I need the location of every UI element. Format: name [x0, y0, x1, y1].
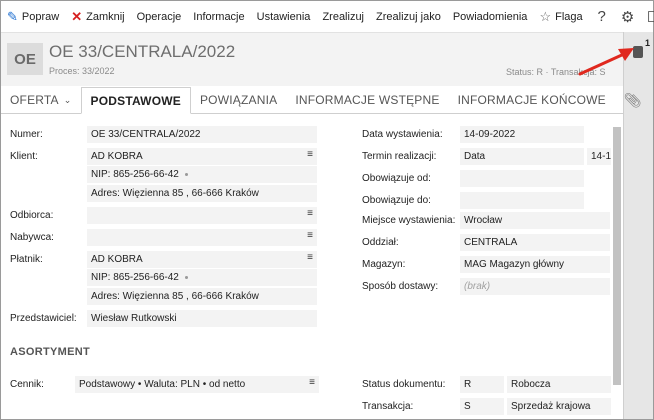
status-code-field[interactable]: R: [460, 376, 504, 393]
obowiazuje-od-label: Obowiązuje od:: [362, 173, 431, 184]
numer-field[interactable]: OE 33/CENTRALA/2022: [87, 126, 317, 143]
document-type-badge: OE: [7, 43, 43, 75]
termin-realizacji-label: Termin realizacji:: [362, 151, 437, 162]
cennik-label: Cennik:: [10, 379, 44, 390]
close-x-icon: ✕: [71, 9, 83, 24]
magazyn-field[interactable]: MAG Magazyn główny: [460, 256, 610, 273]
status-dokumentu-label: Status dokumentu:: [362, 379, 446, 390]
settings-gear-icon[interactable]: ⚙: [615, 1, 641, 32]
zrealizuj-button[interactable]: Zrealizuj: [316, 1, 370, 32]
platnik-field[interactable]: AD KOBRA ≡: [87, 251, 317, 268]
obowiazuje-od-field[interactable]: [460, 170, 584, 187]
zrealizuj-jako-button[interactable]: Zrealizuj jako: [370, 1, 447, 32]
status-name-field[interactable]: Robocza: [507, 376, 611, 393]
tab-oferta[interactable]: OFERTA ⌄: [1, 87, 81, 113]
transakcja-code-field[interactable]: S: [460, 398, 504, 415]
scrollbar[interactable]: [613, 127, 621, 385]
tab-attachments[interactable]: 📎︎: [615, 87, 651, 113]
tab-informacje-koncowe[interactable]: INFORMACJE KOŃCOWE: [449, 87, 615, 113]
zamknij-button[interactable]: ✕ Zamknij: [65, 1, 130, 32]
miejsce-wystawienia-label: Miejsce wystawienia:: [362, 215, 456, 226]
przedstawiciel-field[interactable]: Wiesław Rutkowski: [87, 310, 317, 327]
dot-icon: [184, 173, 188, 176]
process-number: Proces: 33/2022: [49, 66, 115, 76]
obowiazuje-do-label: Obowiązuje do:: [362, 195, 431, 206]
platnik-adres-field: Adres: Więzienna 85 , 66-666 Kraków: [87, 288, 317, 305]
miejsce-wystawienia-field[interactable]: Wrocław: [460, 212, 610, 229]
form-content: Numer: OE 33/CENTRALA/2022 Klient: AD KO…: [1, 115, 623, 419]
powiadomienia-button[interactable]: Powiadomienia: [447, 1, 534, 32]
platnik-nip-field: NIP: 865-256-66-42: [87, 269, 317, 286]
sposob-dostawy-label: Sposób dostawy:: [362, 281, 439, 292]
sposob-dostawy-field[interactable]: (brak): [460, 278, 610, 295]
flaga-button[interactable]: ☆ Flaga: [533, 1, 588, 32]
tab-powiazania[interactable]: POWIĄZANIA: [191, 87, 286, 113]
klient-label: Klient:: [10, 151, 38, 162]
nabywca-field[interactable]: ≡: [87, 229, 317, 246]
popraw-button[interactable]: ✎ Popraw: [1, 1, 65, 32]
help-button[interactable]: ?: [589, 1, 615, 32]
document-header: OE OE 33/CENTRALA/2022 Proces: 33/2022 S…: [1, 32, 623, 86]
informacje-menu[interactable]: Informacje: [187, 1, 250, 32]
transakcja-label: Transakcja:: [362, 401, 414, 412]
platnik-menu-icon[interactable]: ≡: [307, 252, 313, 263]
paperclip-icon: 📎︎: [623, 91, 642, 108]
tab-informacje-wstepne[interactable]: INFORMACJE WSTĘPNE: [286, 87, 448, 113]
obowiazuje-do-field[interactable]: [460, 192, 584, 209]
klient-nip-field: NIP: 865-256-66-42: [87, 166, 317, 183]
dot-icon: [184, 276, 188, 279]
termin-type-select[interactable]: Data: [460, 148, 584, 165]
nabywca-menu-icon[interactable]: ≡: [307, 230, 313, 241]
klient-menu-icon[interactable]: ≡: [307, 149, 313, 160]
document-title: OE 33/CENTRALA/2022: [49, 42, 236, 61]
oddzial-field[interactable]: CENTRALA: [460, 234, 610, 251]
maximize-icon[interactable]: ☐: [641, 1, 654, 32]
klient-adres-field: Adres: Więzienna 85 , 66-666 Kraków: [87, 185, 317, 202]
operacje-menu[interactable]: Operacje: [131, 1, 188, 32]
attachments-icon[interactable]: [633, 46, 643, 58]
transakcja-name-field[interactable]: Sprzedaż krajowa: [507, 398, 611, 415]
przedstawiciel-label: Przedstawiciel:: [10, 313, 77, 324]
status-line: Status: R · Transakcja: S: [506, 67, 606, 77]
cennik-field[interactable]: Podstawowy • Waluta: PLN • od netto ≡: [75, 376, 319, 393]
tab-bar: OFERTA ⌄ PODSTAWOWE POWIĄZANIA INFORMACJE…: [1, 87, 642, 114]
odbiorca-menu-icon[interactable]: ≡: [307, 208, 313, 219]
klient-field[interactable]: AD KOBRA ≡: [87, 148, 317, 165]
attachments-count: 1: [645, 38, 651, 48]
toolbar: ✎ Popraw ✕ Zamknij Operacje Informacje Ust…: [1, 1, 654, 32]
odbiorca-field[interactable]: ≡: [87, 207, 317, 224]
chevron-down-icon: ⌄: [63, 94, 72, 105]
magazyn-label: Magazyn:: [362, 259, 406, 270]
tab-podstawowe[interactable]: PODSTAWOWE: [80, 87, 191, 114]
platnik-label: Płatnik:: [10, 254, 43, 265]
pencil-icon: ✎: [7, 9, 18, 24]
star-icon: ☆: [539, 9, 552, 24]
odbiorca-label: Odbiorca:: [10, 210, 54, 221]
data-wystawienia-field[interactable]: 14-09-2022: [460, 126, 584, 143]
numer-label: Numer:: [10, 129, 43, 140]
cennik-menu-icon[interactable]: ≡: [309, 377, 315, 388]
ustawienia-menu[interactable]: Ustawienia: [251, 1, 317, 32]
data-wystawienia-label: Data wystawienia:: [362, 129, 443, 140]
termin-value-field[interactable]: 14-1: [587, 148, 611, 165]
nabywca-label: Nabywca:: [10, 232, 54, 243]
oddzial-label: Oddział:: [362, 237, 399, 248]
asortyment-section-title: ASORTYMENT: [10, 346, 90, 358]
